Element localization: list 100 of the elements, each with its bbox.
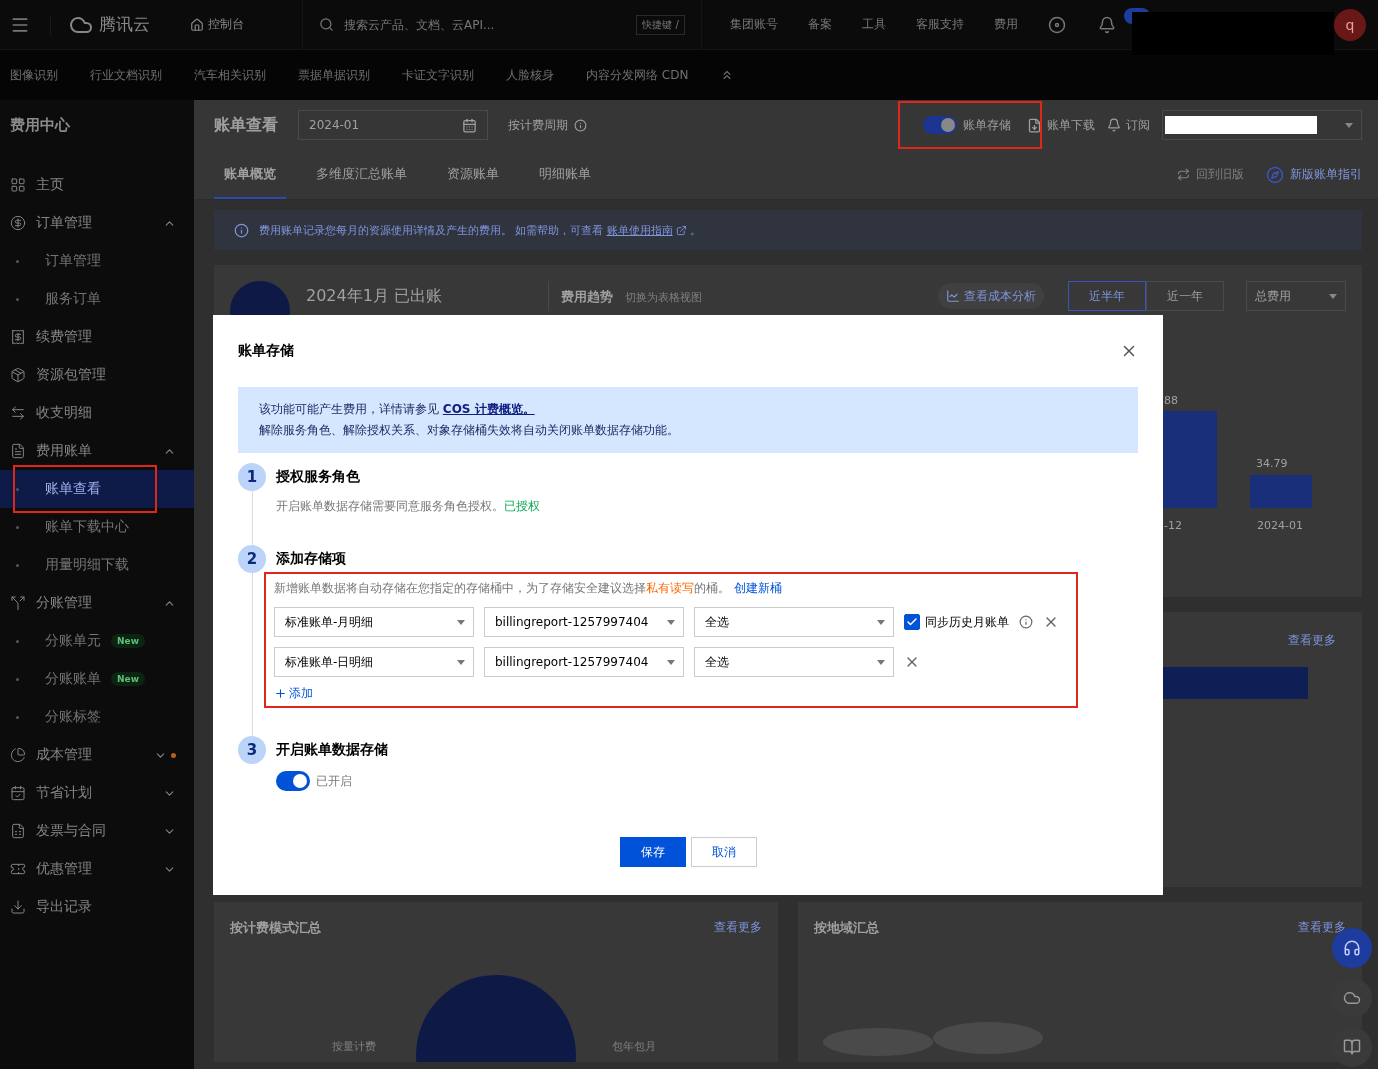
guide-doc-link[interactable]: 账单使用指南 [606,222,673,238]
download-link[interactable]: 账单下载 [1027,116,1095,134]
sidebar-subitem[interactable]: 分账单元 New [0,622,194,660]
sidebar-subitem[interactable]: 服务订单 [0,280,194,318]
sidebar-item[interactable]: 续费管理 [0,318,194,356]
bell-icon [1107,118,1121,132]
month-picker[interactable]: 2024-01 [298,110,488,140]
add-button[interactable]: 添加 [274,685,313,702]
notice-text: 该功能可能产生费用，详情请参见 COS 计费概览。 [259,401,536,418]
bar-value: 34.79 [1256,457,1288,470]
product-link[interactable]: 卡证文字识别 [402,66,474,84]
bullet-dot [16,259,19,263]
range-tab[interactable]: 近一年 [1146,281,1224,311]
cloud-icon [1343,989,1361,1007]
swap-icon [1177,168,1190,181]
sidebar-subitem[interactable]: 账单查看 [0,470,194,508]
view-more-link[interactable]: 查看更多 [714,919,762,937]
metric-select[interactable]: 总费用 [1246,281,1346,311]
storage-switch[interactable] [276,771,310,791]
account-select[interactable] [1162,110,1362,140]
subscribe-link[interactable]: 订阅 [1107,116,1150,134]
storage-hint: 新增账单数据将自动存储在您指定的存储桶中，为了存储安全建议选择私有读写的桶。 创建新桶 [274,580,783,597]
step-description: 开启账单数据存储需要同意服务角色授权。已授权 [276,498,541,515]
step-number: 3 [238,736,266,764]
dialog-title: 账单存储 [238,342,294,360]
nav-link[interactable]: 费用 [994,16,1018,33]
nav-link[interactable]: 备案 [808,16,832,33]
scope-select[interactable]: 全选 [694,607,894,637]
menu-item-icon [10,595,26,611]
scope-select[interactable]: 全选 [694,647,894,677]
sidebar-item[interactable]: 节省计划 [0,774,194,812]
tab[interactable]: 账单概览 [214,150,286,199]
sidebar-item[interactable]: 导出记录 [0,888,194,926]
tab[interactable]: 资源账单 [437,150,509,199]
menu-item-icon [10,861,26,877]
circle-icon[interactable] [1048,15,1066,34]
search-field[interactable]: 搜索云产品、文档、云API... [342,16,629,33]
new-badge: New [111,672,145,686]
axis-label: -12 [1164,519,1182,532]
sidebar-item[interactable]: 成本管理 [0,736,194,774]
compass-icon [1266,165,1284,184]
sidebar-subitem[interactable]: 用量明细下载 [0,546,194,584]
sidebar-item[interactable]: 发票与合同 [0,812,194,850]
notification-icon[interactable] [1098,15,1116,34]
storage-toggle[interactable]: 账单存储 [923,116,1011,134]
info-icon [234,222,249,238]
info-icon [1019,615,1033,629]
bar-value: 88 [1164,394,1178,407]
bill-status-title: 2024年1月 已出账 [306,286,443,307]
sidebar-subitem[interactable]: 分账账单 New [0,660,194,698]
nav-link[interactable]: 工具 [862,16,886,33]
sidebar-item[interactable]: 资源包管理 [0,356,194,394]
view-more-link[interactable]: 查看更多 [1288,632,1336,649]
sidebar-item[interactable]: 订单管理 [0,204,194,242]
view-more-link[interactable]: 查看更多 [1298,919,1346,937]
cost-analysis-button[interactable]: 查看成本分析 [938,283,1044,309]
user-avatar[interactable]: q [1334,9,1366,41]
product-link[interactable]: 行业文档识别 [90,66,162,84]
table-view-link[interactable]: 切换为表格视图 [625,290,702,305]
guide-link[interactable]: 新版账单指引 [1266,165,1362,184]
sidebar-subitem[interactable]: 账单下载中心 [0,508,194,546]
sync-history-checkbox[interactable]: 同步历史月账单 [904,613,1009,631]
cos-pricing-link[interactable]: COS 计费概览。 [442,402,535,416]
bill-type-select[interactable]: 标准账单-月明细 [274,607,474,637]
bullet-dot [16,639,19,643]
sidebar-item[interactable]: 分账管理 [0,584,194,622]
sidebar-item[interactable]: 收支明细 [0,394,194,432]
old-version-link[interactable]: 回到旧版 [1177,166,1244,183]
sidebar-item[interactable]: 主页 [0,166,194,204]
nav-link[interactable]: 集团账号 [730,16,778,33]
create-bucket-link[interactable]: 创建新桶 [734,581,782,595]
bill-type-select[interactable]: 标准账单-日明细 [274,647,474,677]
download-file-icon [1027,117,1042,133]
range-tab[interactable]: 近半年 [1068,281,1146,311]
menu-item-icon [10,329,26,345]
product-link[interactable]: 内容分发网络 CDN [586,66,689,84]
product-link[interactable]: 汽车相关识别 [194,66,266,84]
bucket-select[interactable]: billingreport-1257997404 [484,647,684,677]
bucket-select[interactable]: billingreport-1257997404 [484,607,684,637]
product-link[interactable]: 票据单据识别 [298,66,370,84]
tab[interactable]: 明细账单 [529,150,601,199]
line-chart-icon [946,289,960,303]
nav-link[interactable]: 客服支持 [916,16,964,33]
product-link[interactable]: 图像识别 [10,66,58,84]
sidebar-subitem[interactable]: 订单管理 [0,242,194,280]
book-icon [1343,1038,1361,1056]
sidebar-subitem[interactable]: 分账标签 [0,698,194,736]
sidebar-item[interactable]: 费用账单 [0,432,194,470]
bullet-dot [16,297,19,301]
cancel-button[interactable]: 取消 [690,837,757,867]
menu-item-icon [10,443,26,459]
card-title: 按地域汇总 [814,919,879,937]
sidebar-item[interactable]: 优惠管理 [0,850,194,888]
product-link[interactable]: 人脸核身 [506,66,554,84]
step-number: 1 [238,463,266,491]
console-link[interactable]: 控制台 [190,16,244,33]
banner-text: 费用账单记录您每月的资源使用详情及产生的费用。 如需帮助，可查看 账单使用指南 。 [259,222,701,238]
search-icon [319,17,334,32]
save-button[interactable]: 保存 [619,837,686,867]
tab[interactable]: 多维度汇总账单 [306,150,417,199]
